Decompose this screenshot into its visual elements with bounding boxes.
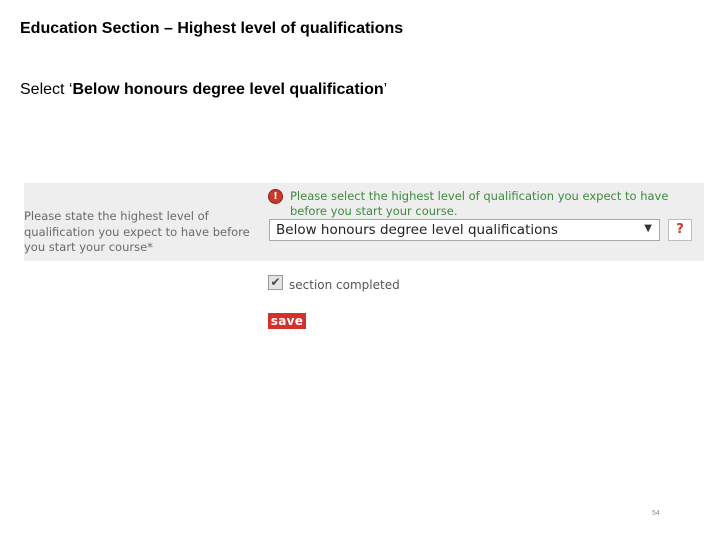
slide-title: Education Section – Highest level of qua… xyxy=(20,20,404,37)
qualification-select-value: Below honours degree level qualification… xyxy=(276,222,558,238)
qualification-select[interactable]: Below honours degree level qualification… xyxy=(269,219,660,241)
question-label: Please state the highest level of qualif… xyxy=(24,209,250,254)
save-button[interactable]: save xyxy=(268,313,306,329)
help-button[interactable]: ? xyxy=(668,219,692,241)
dropdown-arrow-icon[interactable]: ▼ xyxy=(644,223,652,234)
instruction-suffix: ’ xyxy=(383,81,388,98)
instruction-prefix: Select ‘ xyxy=(20,81,73,98)
validation-message: Please select the highest level of quali… xyxy=(290,189,669,218)
page-number: 54 xyxy=(652,510,660,517)
section-completed-checkbox[interactable]: ✔ xyxy=(268,275,283,290)
instruction-emphasis: Below honours degree level qualification xyxy=(72,81,384,98)
slide: Education Section – Highest level of qua… xyxy=(0,0,720,540)
slide-instruction: Select ‘Below honours degree level quali… xyxy=(20,81,387,99)
warning-icon: ! xyxy=(268,189,283,204)
section-completed-label[interactable]: section completed xyxy=(289,278,400,293)
